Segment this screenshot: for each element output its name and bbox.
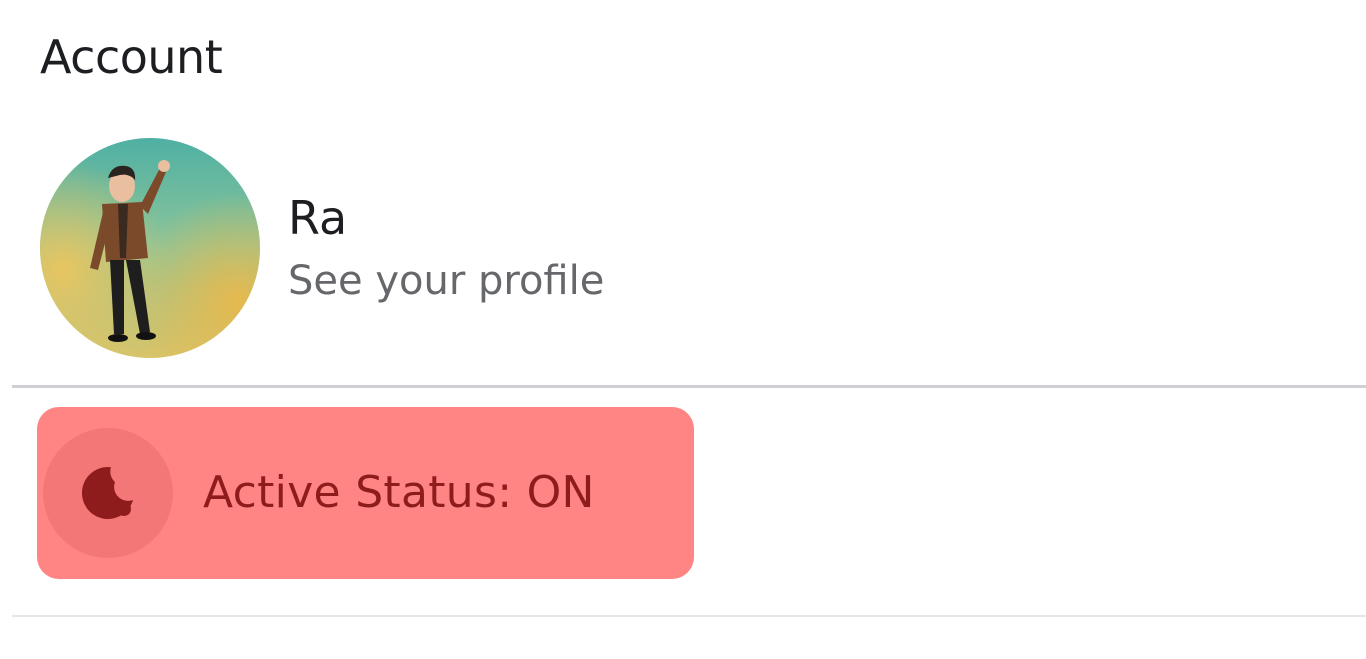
active-status-menu-item[interactable]: Active Status: ON: [37, 407, 694, 579]
section-title: Account: [40, 30, 223, 84]
profile-text: Ra See your profile: [288, 191, 604, 304]
active-status-label: Active Status: ON: [203, 466, 595, 518]
divider: [12, 615, 1366, 617]
see-your-profile-link[interactable]: See your profile: [288, 257, 604, 305]
active-status-icon: [43, 428, 173, 558]
divider: [12, 385, 1366, 388]
profile-row[interactable]: Ra See your profile: [40, 138, 1340, 358]
avatar-image: [40, 138, 260, 358]
avatar[interactable]: [40, 138, 260, 358]
profile-name: Ra: [288, 191, 348, 246]
account-page: Account Ra See your profile Active Statu…: [0, 0, 1366, 659]
